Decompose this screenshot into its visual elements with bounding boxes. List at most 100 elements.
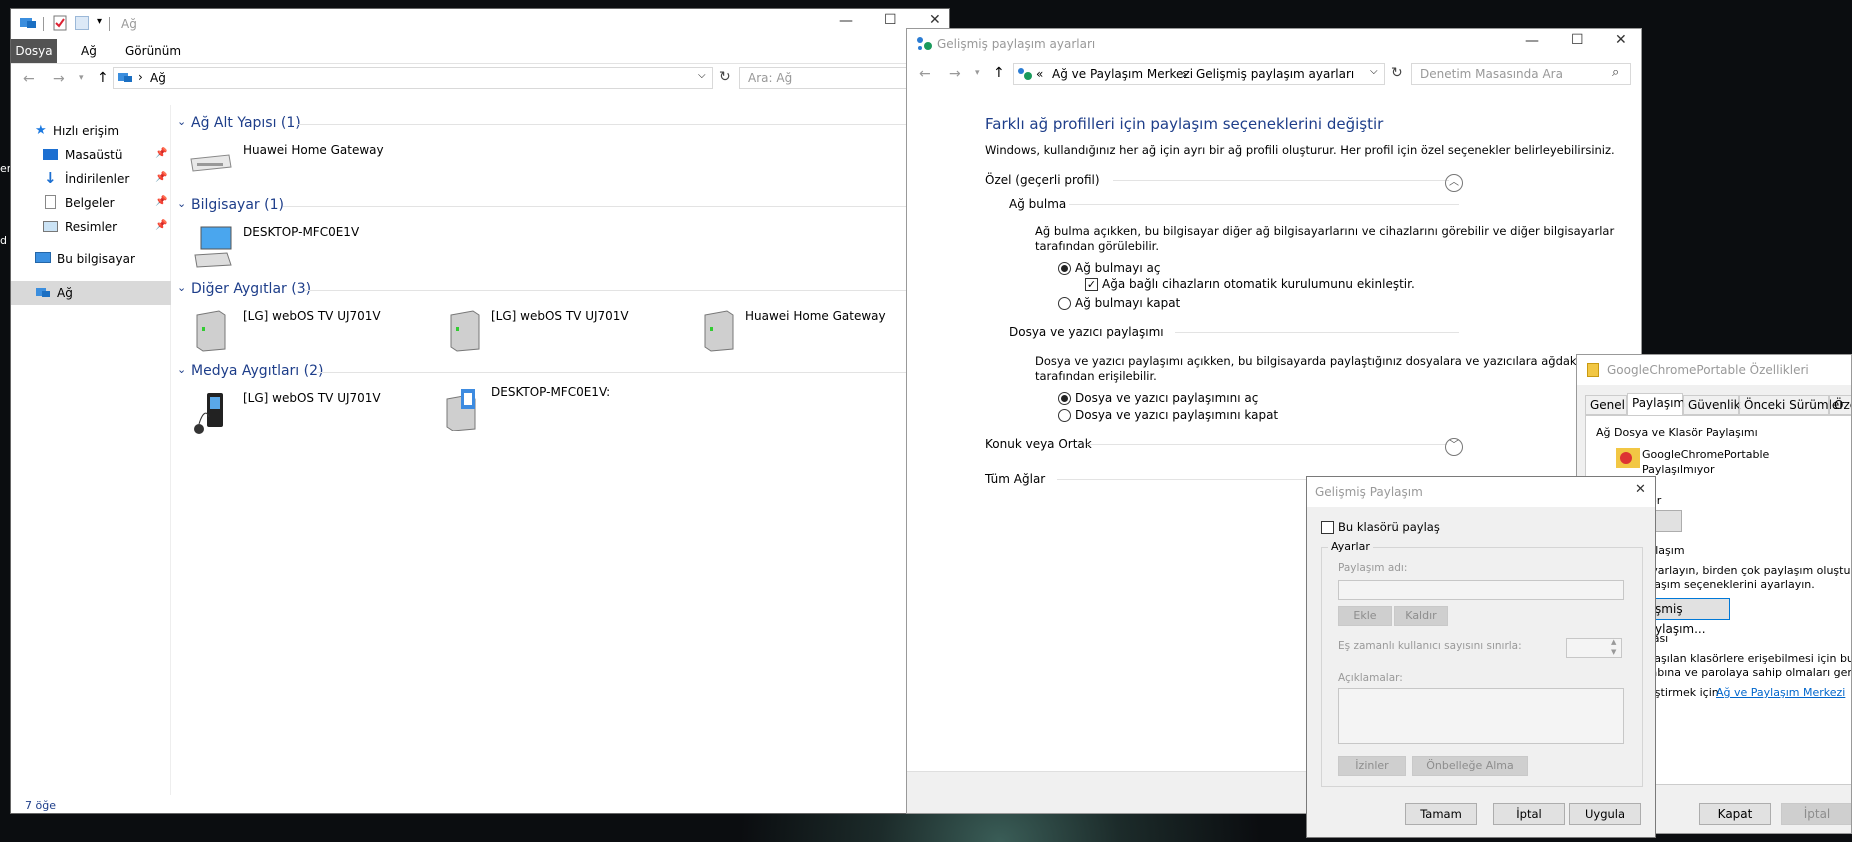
- shared-folder-icon: [1614, 444, 1642, 470]
- adv-titlebar[interactable]: Gelişmiş paylaşım ayarları — ☐ ✕: [907, 29, 1641, 59]
- device-item[interactable]: [LG] webOS TV UJ701V: [189, 309, 409, 353]
- discovery-off-label[interactable]: Ağ bulmayı kapat: [1075, 296, 1180, 310]
- stepper-down-icon[interactable]: ▼: [1611, 648, 1616, 656]
- tab-security[interactable]: Güvenlik: [1683, 395, 1741, 415]
- nav-item-desktop[interactable]: Masaüstü 📌: [43, 147, 171, 167]
- recent-locations-icon[interactable]: ▾: [79, 73, 84, 83]
- sharing-off-label[interactable]: Dosya ve yazıcı paylaşımını kapat: [1075, 408, 1278, 422]
- close-icon[interactable]: ✕: [1615, 32, 1627, 48]
- recent-locations-icon[interactable]: ▾: [975, 68, 980, 78]
- up-icon[interactable]: ↑: [97, 70, 109, 86]
- minimize-icon[interactable]: —: [1525, 33, 1539, 49]
- refresh-icon[interactable]: ↻: [719, 69, 731, 85]
- nav-item-documents[interactable]: Belgeler 📌: [43, 195, 171, 215]
- expand-chevron-icon[interactable]: ﹀: [1445, 438, 1463, 456]
- share-name-field[interactable]: [1338, 580, 1624, 600]
- maximize-icon[interactable]: ☐: [884, 12, 897, 28]
- explorer-titlebar[interactable]: ▾ Ağ — ☐ ✕: [11, 9, 949, 39]
- pin-icon[interactable]: 📌: [155, 148, 167, 159]
- maximize-icon[interactable]: ☐: [1571, 32, 1584, 48]
- share-folder-checkbox[interactable]: [1321, 521, 1334, 534]
- forward-icon[interactable]: →: [949, 66, 961, 82]
- comments-field[interactable]: [1338, 688, 1624, 744]
- address-dropdown-icon[interactable]: ⌵: [698, 70, 706, 81]
- discovery-off-radio[interactable]: [1058, 297, 1071, 310]
- properties-icon[interactable]: [53, 15, 67, 31]
- group-header[interactable]: ⌄ Ağ Alt Yapısı (1): [177, 115, 949, 135]
- user-limit-stepper[interactable]: ▲ ▼: [1566, 638, 1622, 658]
- ribbon-tab-network[interactable]: Ağ: [81, 44, 97, 58]
- props-folder-name: GoogleChromePortable: [1642, 448, 1770, 461]
- address-bar[interactable]: › Ağ ⌵: [113, 67, 713, 89]
- address-dropdown-icon[interactable]: ⌵: [1370, 66, 1378, 77]
- minimize-icon[interactable]: —: [839, 13, 853, 29]
- device-item[interactable]: [LG] webOS TV UJ701V: [443, 309, 663, 353]
- nav-quick-access[interactable]: ★ Hızlı erişim: [35, 123, 165, 143]
- device-item[interactable]: Huawei Home Gateway: [697, 309, 917, 353]
- device-item[interactable]: DESKTOP-MFC0E1V: [189, 225, 429, 269]
- sharing-on-label[interactable]: Dosya ve yazıcı paylaşımını aç: [1075, 391, 1258, 405]
- nav-item-downloads[interactable]: ↓ İndirilenler 📌: [43, 169, 171, 191]
- close-icon[interactable]: ✕: [929, 12, 941, 28]
- caching-button[interactable]: Önbelleğe Alma: [1412, 756, 1528, 776]
- sharing-off-radio[interactable]: [1058, 409, 1071, 422]
- address-text: Ağ: [150, 71, 166, 85]
- sharing-on-radio[interactable]: [1058, 392, 1071, 405]
- collapse-chevron-icon[interactable]: ︿: [1445, 174, 1463, 192]
- qat-dropdown-icon[interactable]: ▾: [97, 16, 102, 27]
- pin-icon[interactable]: 📌: [155, 172, 167, 183]
- discovery-auto-checkbox[interactable]: ✓: [1085, 278, 1098, 291]
- up-icon[interactable]: ↑: [993, 65, 1005, 81]
- close-button[interactable]: Kapat: [1699, 803, 1771, 825]
- tab-sharing[interactable]: Paylaşım: [1627, 393, 1685, 417]
- breadcrumb-overflow[interactable]: «: [1036, 67, 1043, 81]
- nav-network[interactable]: Ağ: [11, 281, 171, 305]
- new-folder-icon[interactable]: [75, 16, 89, 30]
- share-folder-label[interactable]: Bu klasörü paylaş: [1338, 520, 1440, 534]
- profile-private-label[interactable]: Özel (geçerli profil): [985, 173, 1100, 187]
- adv-search-box[interactable]: Denetim Masasında Ara ⌕: [1411, 63, 1631, 85]
- device-item[interactable]: Huawei Home Gateway: [189, 143, 429, 183]
- nav-this-pc[interactable]: Bu bilgisayar: [35, 251, 171, 271]
- apply-button[interactable]: Uygula: [1569, 803, 1641, 825]
- refresh-icon[interactable]: ↻: [1391, 65, 1403, 81]
- search-icon[interactable]: ⌕: [1612, 65, 1619, 80]
- discovery-on-radio[interactable]: [1058, 262, 1071, 275]
- remove-button[interactable]: Kaldır: [1394, 606, 1448, 626]
- profile-guest-label[interactable]: Konuk veya Ortak: [985, 437, 1092, 451]
- adv-address-bar[interactable]: « Ağ ve Paylaşım Merkezi › Gelişmiş payl…: [1013, 63, 1385, 85]
- cancel-button[interactable]: İptal: [1493, 803, 1565, 825]
- nav-network-label: Ağ: [57, 286, 73, 300]
- group-header[interactable]: ⌄ Bilgisayar (1): [177, 197, 949, 217]
- device-item[interactable]: DESKTOP-MFC0E1V:: [443, 385, 663, 432]
- pin-icon[interactable]: 📌: [155, 220, 167, 231]
- props-fragment-pw-1: aylaşılan klasörlere erişebilmesi için b…: [1638, 652, 1851, 665]
- permissions-button[interactable]: İzinler: [1338, 756, 1406, 776]
- group-header[interactable]: ⌄ Diğer Aygıtlar (3): [177, 281, 949, 301]
- device-item[interactable]: [LG] webOS TV UJ701V: [189, 391, 409, 437]
- cancel-button[interactable]: İptal: [1781, 803, 1851, 825]
- profile-all-label[interactable]: Tüm Ağlar: [985, 472, 1045, 486]
- breadcrumb-advanced[interactable]: Gelişmiş paylaşım ayarları: [1196, 67, 1354, 81]
- tab-general[interactable]: Genel: [1585, 395, 1627, 415]
- tab-previous-versions[interactable]: Önceki Sürümler: [1739, 395, 1844, 415]
- discovery-auto-label[interactable]: Ağa bağlı cihazların otomatik kurulumunu…: [1102, 277, 1415, 291]
- nav-item-pictures[interactable]: Resimler 📌: [43, 219, 171, 239]
- back-icon[interactable]: ←: [919, 66, 931, 82]
- discovery-on-label[interactable]: Ağ bulmayı aç: [1075, 261, 1160, 275]
- ok-button[interactable]: Tamam: [1405, 803, 1477, 825]
- ribbon-tab-view[interactable]: Görünüm: [125, 44, 181, 58]
- breadcrumb-network-center[interactable]: Ağ ve Paylaşım Merkezi: [1052, 67, 1193, 81]
- dialog-titlebar[interactable]: Gelişmiş Paylaşım ✕: [1307, 477, 1655, 507]
- forward-icon[interactable]: →: [53, 71, 65, 87]
- ribbon-tab-file[interactable]: Dosya: [11, 39, 57, 63]
- stepper-up-icon[interactable]: ▲: [1611, 638, 1616, 646]
- back-icon[interactable]: ←: [23, 71, 35, 87]
- tab-custom[interactable]: Özel: [1829, 395, 1851, 415]
- network-center-link[interactable]: Ağ ve Paylaşım Merkezi: [1716, 686, 1845, 699]
- group-header[interactable]: ⌄ Medya Aygıtları (2): [177, 363, 949, 383]
- pin-icon[interactable]: 📌: [155, 196, 167, 207]
- add-button[interactable]: Ekle: [1338, 606, 1392, 626]
- props-titlebar[interactable]: GoogleChromePortable Özellikleri: [1577, 355, 1851, 385]
- close-icon[interactable]: ✕: [1635, 482, 1646, 497]
